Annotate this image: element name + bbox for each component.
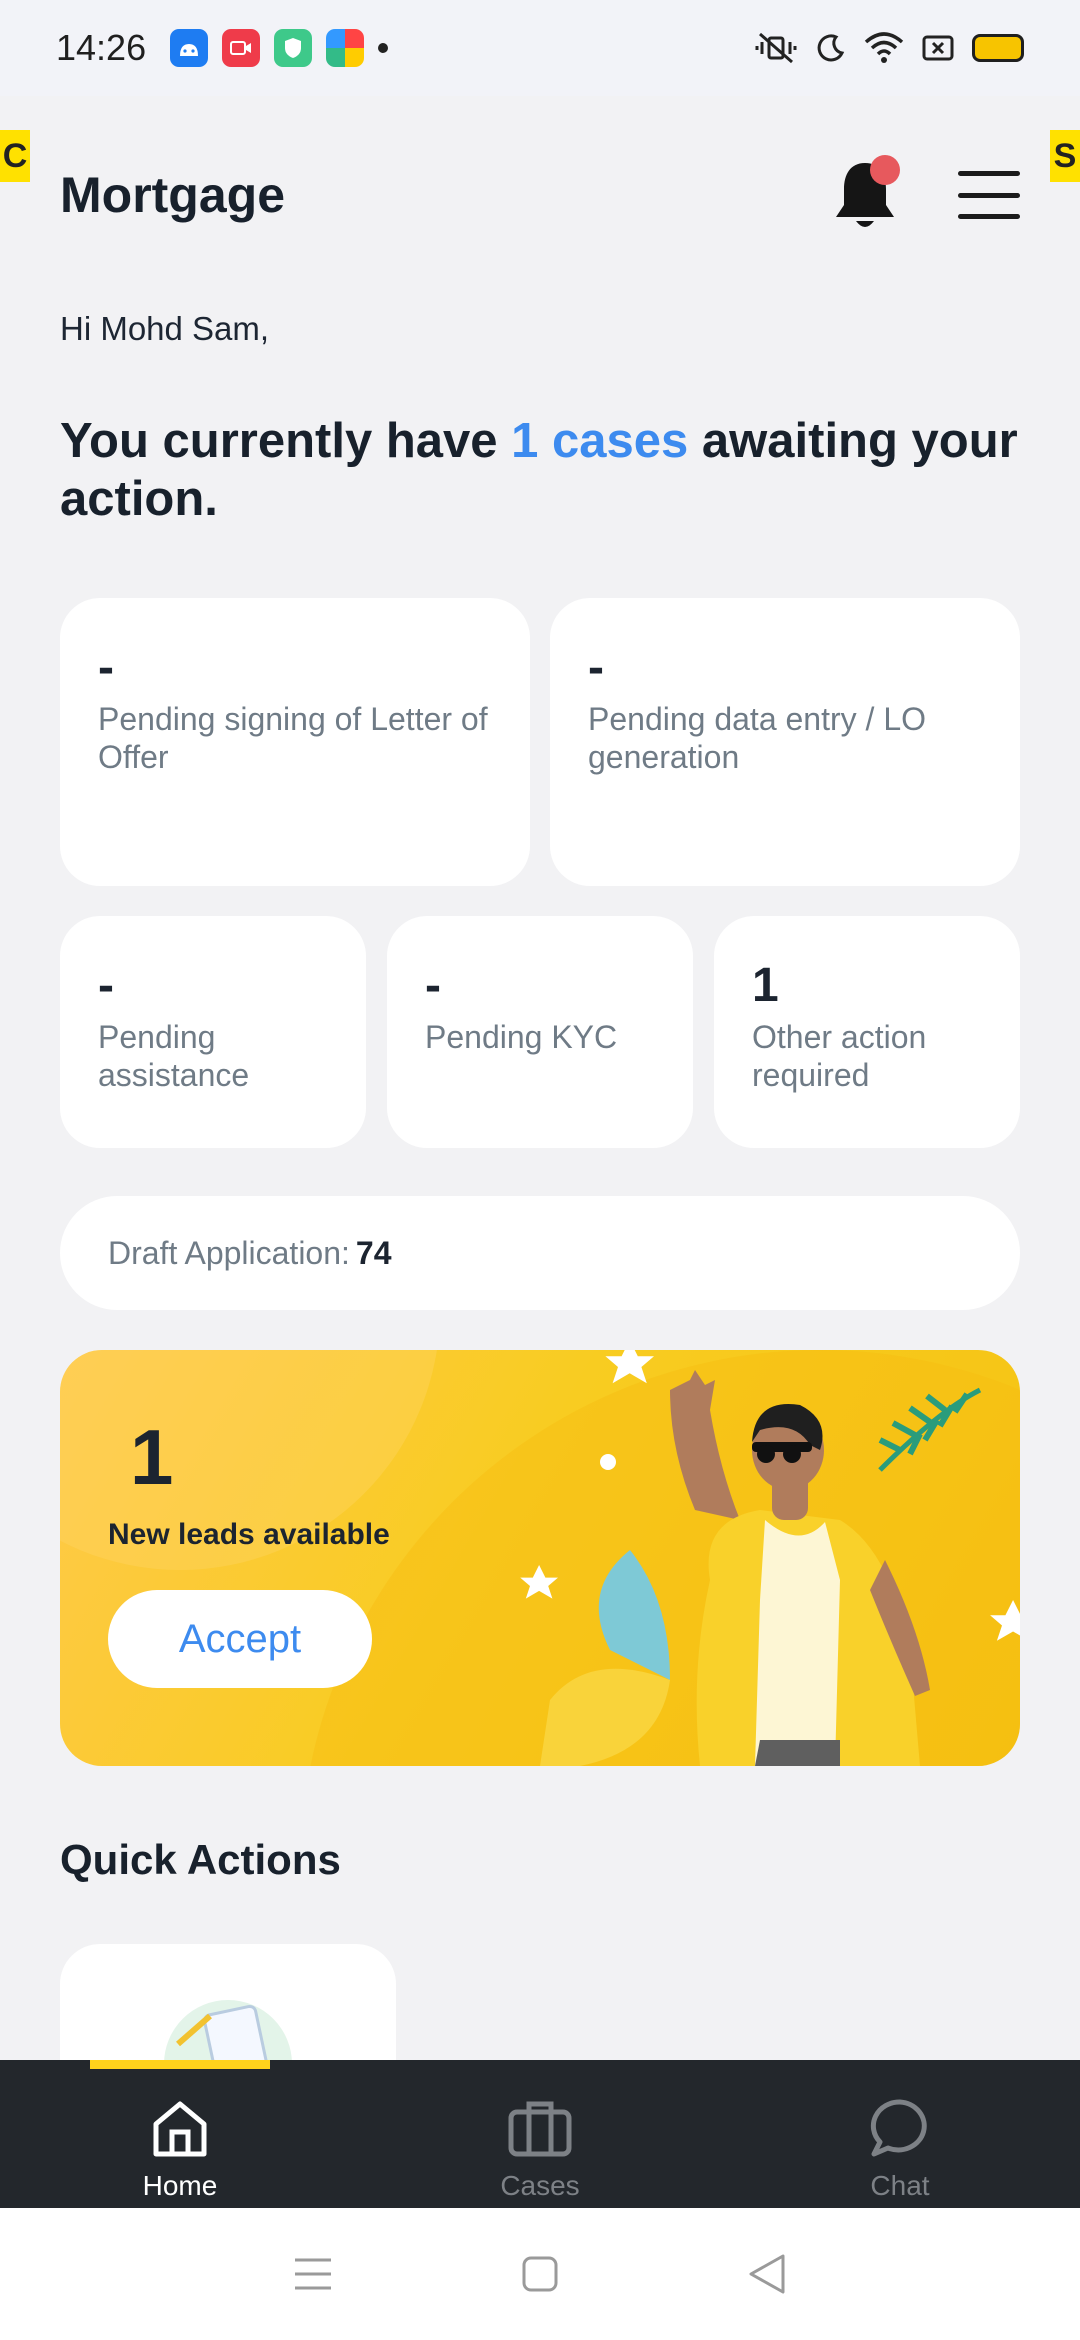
nav-cases[interactable]: Cases (360, 2060, 720, 2208)
side-marker-right: S (1050, 130, 1080, 182)
nav-home-label: Home (142, 2170, 218, 2201)
draft-application-card[interactable]: Draft Application: 74 (60, 1196, 1020, 1310)
quick-actions-title: Quick Actions (60, 1836, 341, 1883)
nav-cases-label: Cases (500, 2170, 580, 2201)
home-system-icon[interactable] (520, 2254, 560, 2294)
stat-value: 1 (752, 959, 779, 1012)
stat-value: - (98, 959, 114, 1012)
android-icon (170, 29, 209, 67)
accept-button[interactable]: Accept (108, 1590, 372, 1688)
nav-chat[interactable]: Chat (720, 2060, 1080, 2208)
stat-card-kyc[interactable]: - Pending KYC (387, 916, 693, 1148)
recent-apps-icon[interactable] (293, 2256, 333, 2292)
stat-card-letter-of-offer[interactable]: - Pending signing of Letter of Offer (60, 598, 530, 886)
video-icon (222, 29, 261, 67)
stat-label: Pending data entry / LO generation (588, 701, 926, 775)
cases-headline: You currently have 1 cases awaiting your… (60, 412, 1020, 528)
stat-card-data-entry[interactable]: - Pending data entry / LO generation (550, 598, 1020, 886)
notifications-button[interactable] (832, 155, 900, 233)
stat-value: - (425, 959, 441, 1012)
draft-count: 74 (355, 1234, 392, 1271)
sim-icon (922, 35, 954, 61)
menu-icon-line (958, 192, 1020, 198)
nav-chat-label: Chat (870, 2170, 930, 2201)
menu-icon-line (958, 214, 1020, 219)
more-notifications-dot (378, 43, 389, 53)
headline-cases-count[interactable]: 1 cases (511, 414, 688, 468)
status-bar: 14:26 (0, 0, 1080, 96)
moon-icon (817, 34, 845, 62)
page-title: Mortgage (60, 167, 285, 223)
home-icon (153, 2101, 207, 2157)
battery-icon (972, 34, 1024, 62)
mute-vibrate-icon (755, 32, 797, 64)
stat-label: Pending KYC (425, 1019, 618, 1055)
stat-value: - (98, 641, 114, 694)
stat-card-assistance[interactable]: - Pending assistance (60, 916, 366, 1148)
menu-button[interactable] (958, 171, 1020, 219)
back-icon[interactable] (747, 2252, 787, 2296)
app-header: Mortgage (60, 150, 1020, 240)
side-marker-left: C (0, 130, 30, 182)
browser-icon (326, 29, 365, 67)
stat-label: Pending signing of Letter of Offer (98, 701, 488, 775)
shield-icon (274, 29, 313, 67)
notification-badge (870, 155, 900, 185)
new-leads-banner: 1 New leads available Accept (60, 1350, 1020, 1766)
stat-value: - (588, 641, 604, 694)
stat-label: Pending assistance (98, 1019, 250, 1093)
stat-card-other-action[interactable]: 1 Other action required (714, 916, 1020, 1148)
leads-label: New leads available (108, 1518, 390, 1551)
menu-icon-line (958, 171, 1020, 176)
stat-label: Other action required (752, 1019, 927, 1093)
bottom-navigation: Home Cases Chat (0, 2060, 1080, 2208)
draft-label: Draft Application: (108, 1234, 350, 1271)
header-actions (832, 155, 1020, 233)
system-navigation-bar (0, 2208, 1080, 2340)
waving-man-illustration (520, 1350, 1020, 1766)
active-tab-indicator (90, 2060, 270, 2069)
status-time: 14:26 (56, 27, 147, 68)
wifi-icon (864, 32, 904, 63)
chat-icon (870, 2099, 927, 2157)
nav-home[interactable]: Home (0, 2060, 360, 2208)
briefcase-icon (508, 2101, 572, 2157)
headline-prefix: You currently have (60, 414, 498, 468)
greeting-text: Hi Mohd Sam, (60, 310, 270, 347)
leads-count: 1 (130, 1413, 174, 1501)
status-indicators (754, 32, 1024, 64)
status-app-icons (170, 29, 389, 67)
